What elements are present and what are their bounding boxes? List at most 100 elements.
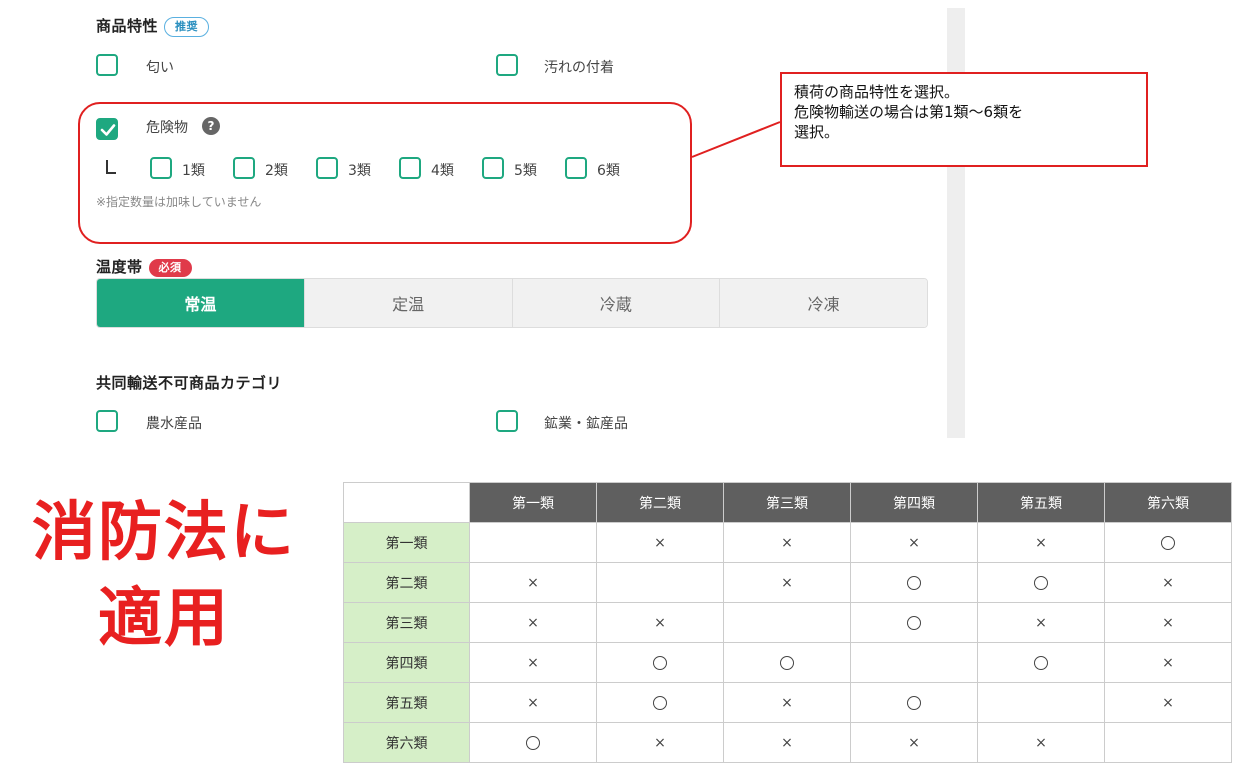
table-cell: × <box>977 522 1105 563</box>
required-badge: 必須 <box>148 258 192 277</box>
hazard-class-compatibility-table: 第一類 第二類 第三類 第四類 第五類 第六類 第一類 × × × × 第二類 × × × 第三類… <box>343 482 1232 763</box>
table-cell <box>977 642 1105 683</box>
table-cell <box>723 602 851 643</box>
table-cell <box>723 642 851 683</box>
temperature-option-constant[interactable]: 定温 <box>304 279 513 327</box>
column-header: 第六類 <box>1104 482 1232 523</box>
compatible-mark <box>1034 575 1048 590</box>
incompatible-mark: × <box>1162 654 1174 671</box>
dirt-label: 汚れの付着 <box>544 60 614 76</box>
compatible-mark <box>907 695 921 710</box>
table-cell <box>1104 522 1232 563</box>
incompatible-mark: × <box>527 574 539 591</box>
incompatible-mark: × <box>908 734 920 751</box>
table-corner-cell <box>343 482 470 523</box>
class3-label: 3類 <box>348 163 371 179</box>
table-cell: × <box>1104 602 1232 643</box>
table-cell: × <box>723 722 851 763</box>
mining-checkbox[interactable] <box>496 410 518 432</box>
callout-line-3: 選択。 <box>794 123 840 141</box>
table-cell: × <box>596 602 724 643</box>
compatible-mark <box>780 655 794 670</box>
class4-label: 4類 <box>431 163 454 179</box>
smell-checkbox[interactable] <box>96 54 118 76</box>
fire-law-heading: 消防法に 適用 <box>14 490 314 662</box>
temperature-label: 温度帯 <box>96 258 143 276</box>
table-row: 第一類 × × × × <box>343 522 1232 563</box>
temperature-option-chilled[interactable]: 冷蔵 <box>512 279 721 327</box>
table-cell: × <box>723 682 851 723</box>
question-help-icon[interactable]: ? <box>202 117 220 135</box>
table-cell <box>596 562 724 603</box>
compatible-mark <box>526 735 540 750</box>
table-header-row: 第一類 第二類 第三類 第四類 第五類 第六類 <box>343 482 1232 523</box>
incompatible-mark: × <box>1162 694 1174 711</box>
row-header: 第五類 <box>343 682 470 723</box>
recommended-badge: 推奨 <box>164 16 210 37</box>
class5-checkbox[interactable] <box>482 157 504 179</box>
class3-checkbox[interactable] <box>316 157 338 179</box>
mining-label: 鉱業・鉱産品 <box>544 416 628 432</box>
hazardous-checkbox[interactable] <box>96 118 118 140</box>
smell-label: 匂い <box>146 60 174 76</box>
table-cell <box>850 682 978 723</box>
incompatible-mark: × <box>527 654 539 671</box>
table-cell <box>469 522 597 563</box>
compatible-mark <box>653 655 667 670</box>
class4-checkbox[interactable] <box>399 157 421 179</box>
temperature-option-frozen[interactable]: 冷凍 <box>720 279 927 327</box>
table-cell: × <box>469 642 597 683</box>
table-cell <box>850 642 978 683</box>
temperature-option-ambient[interactable]: 常温 <box>97 279 305 327</box>
callout-line-1: 積荷の商品特性を選択。 <box>794 83 960 101</box>
table-cell: × <box>469 602 597 643</box>
product-features-label: 商品特性 <box>96 17 159 35</box>
agri-checkbox[interactable] <box>96 410 118 432</box>
table-cell <box>469 722 597 763</box>
checkmark-icon <box>100 124 116 136</box>
callout-pointer-line <box>691 121 781 158</box>
callout-line-2: 危険物輸送の場合は第1類〜6類を <box>794 103 1024 121</box>
product-features-title: 商品特性 推奨 <box>96 15 210 37</box>
table-row: 第五類 × × × <box>343 682 1232 723</box>
table-cell: × <box>977 602 1105 643</box>
class6-label: 6類 <box>597 163 620 179</box>
table-cell: × <box>469 562 597 603</box>
class6-checkbox[interactable] <box>565 157 587 179</box>
table-cell <box>1104 722 1232 763</box>
table-cell: × <box>469 682 597 723</box>
table-cell: × <box>1104 642 1232 683</box>
column-header: 第四類 <box>850 482 978 523</box>
incompatible-mark: × <box>1035 614 1047 631</box>
incompatible-mark: × <box>1035 734 1047 751</box>
callout-box: 積荷の商品特性を選択。 危険物輸送の場合は第1類〜6類を 選択。 <box>780 72 1148 167</box>
sub-item-indent-mark <box>106 160 116 174</box>
incompatible-mark: × <box>1035 534 1047 551</box>
agri-label: 農水産品 <box>146 416 202 432</box>
class1-checkbox[interactable] <box>150 157 172 179</box>
table-cell: × <box>723 562 851 603</box>
column-header: 第二類 <box>596 482 724 523</box>
row-header: 第一類 <box>343 522 470 563</box>
dirt-checkbox[interactable] <box>496 54 518 76</box>
class1-label: 1類 <box>182 163 205 179</box>
incompatible-mark: × <box>781 694 793 711</box>
table-cell: × <box>596 722 724 763</box>
column-header: 第三類 <box>723 482 851 523</box>
compatible-mark <box>653 695 667 710</box>
table-cell <box>850 602 978 643</box>
designated-quantity-note: ※指定数量は加味していません <box>96 195 262 209</box>
incompatible-mark: × <box>654 614 666 631</box>
incompatible-mark: × <box>654 734 666 751</box>
table-cell: × <box>596 522 724 563</box>
table-cell: × <box>1104 682 1232 723</box>
class2-checkbox[interactable] <box>233 157 255 179</box>
compatible-mark <box>1161 535 1175 550</box>
table-cell: × <box>1104 562 1232 603</box>
incompatible-mark: × <box>781 734 793 751</box>
temperature-segmented-control: 常温 定温 冷蔵 冷凍 <box>96 278 928 328</box>
incompatible-mark: × <box>1162 614 1174 631</box>
compatible-mark <box>1034 655 1048 670</box>
column-header: 第一類 <box>469 482 597 523</box>
table-cell <box>977 682 1105 723</box>
